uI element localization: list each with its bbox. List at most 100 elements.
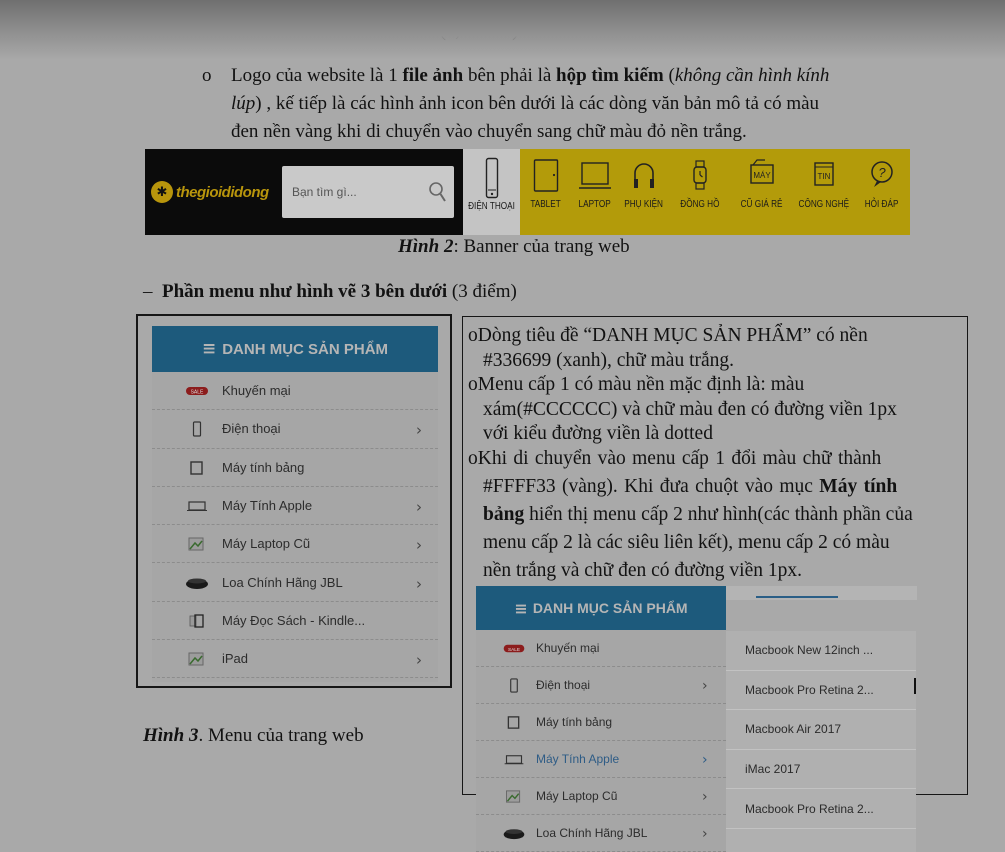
old-device-icon: MÁY	[750, 159, 774, 184]
speaker-icon	[186, 578, 208, 589]
nav-item-cong-nghe[interactable]: TIN CÔNG NGHỆ	[795, 149, 853, 235]
menu-item[interactable]: Điện thoại ›	[476, 667, 726, 704]
chevron-right-icon: ›	[702, 678, 708, 694]
section-menu-heading: – Phần menu như hình vẽ 3 bên dưới (3 đi…	[143, 278, 517, 306]
text-run: Logo của website là 1	[231, 65, 403, 86]
fig1-caption-label: Hình 1	[360, 0, 416, 12]
section-header-rest: (1,5 điểm)	[434, 20, 519, 41]
chevron-right-icon: ›	[702, 752, 708, 768]
menu-item-label: iPad	[222, 651, 249, 667]
menu-item[interactable]: Điện thoại ›	[152, 410, 438, 449]
fig3-caption-text: . Menu của trang web	[198, 725, 364, 746]
bullet-dash: –	[143, 281, 153, 302]
menu-item-label: Máy tính bảng	[222, 459, 305, 475]
desc-p2-line3: với kiểu đường viền là dotted	[483, 423, 713, 444]
desc-p3-line2: #FFFF33 (vàng). Khi đưa chuột vào mục Má…	[483, 473, 897, 501]
submenu-link[interactable]: Macbook New 12inch ...	[726, 631, 916, 671]
logo-person-icon: ✱	[151, 181, 173, 203]
menu-item[interactable]: SALE Khuyến mại	[152, 372, 438, 411]
nav-item-cu-gia-re[interactable]: MÁY CŨ GIÁ RẺ	[735, 149, 789, 235]
chevron-right-icon: ›	[416, 574, 422, 593]
menu-item[interactable]: Loa Chính Hãng JBL ›	[152, 564, 438, 602]
svg-text:MÁY: MÁY	[753, 171, 771, 180]
fig3-caption: Hình 3. Menu của trang web	[143, 722, 364, 750]
watch-icon	[693, 160, 707, 190]
submenu-top-line	[756, 596, 838, 598]
chevron-right-icon: ›	[416, 421, 422, 440]
chevron-right-icon: ›	[416, 651, 422, 670]
fig2-caption: Hình 2: Banner của trang web	[398, 233, 630, 261]
submenu-link[interactable]: Macbook Air 2017	[726, 710, 916, 750]
text-run-bold: hộp tìm kiếm	[556, 65, 664, 86]
menu-title: DANH MỤC SẢN PHẨM	[532, 600, 688, 616]
bullet-marker: o	[468, 448, 478, 469]
menu-item[interactable]: Máy Laptop Cũ ›	[476, 778, 726, 815]
laptop-icon	[184, 487, 210, 525]
fig1-caption: Hình 1. Bố cục của trang web (1 điểm)	[360, 0, 659, 16]
speaker-icon	[503, 829, 525, 840]
broken-image-icon	[506, 790, 521, 803]
header-bullet-line-1: Logo của website là 1 file ảnh bên phải …	[231, 62, 829, 90]
menu-item[interactable]: Máy Tính Apple ›	[152, 487, 438, 526]
menu-item-label: Loa Chính Hãng JBL	[536, 826, 648, 840]
sale-icon: SALE	[502, 630, 526, 667]
nav-item-dien-thoai[interactable]: ĐIỆN THOẠI	[463, 149, 520, 235]
menu-item[interactable]: Loa Chính Hãng JBL ›	[476, 815, 726, 852]
sale-icon: SALE	[184, 372, 210, 410]
submenu-link[interactable]: Macbook Pro Retina 2...	[726, 789, 916, 829]
nav-item-hoi-dap[interactable]: ? HỎI ĐÁP	[857, 149, 907, 235]
svg-text:SALE: SALE	[508, 647, 520, 652]
nav-label: TABLET	[530, 199, 562, 210]
logo-text: thegioididong	[176, 183, 269, 201]
menu-item[interactable]: Máy Laptop Cũ ›	[152, 525, 438, 564]
bullet-marker: o	[468, 374, 478, 395]
laptop-icon	[504, 755, 524, 765]
news-icon: TIN	[814, 162, 834, 186]
nav-item-phu-kien[interactable]: PHỤ KIỆN	[621, 149, 667, 235]
submenu-link[interactable]: iMac 2017	[726, 750, 916, 790]
broken-image-icon	[502, 778, 526, 815]
submenu-link[interactable]: Macbook Pro Retina 2...	[726, 671, 916, 711]
fig1-caption-text: . Bố cục của trang web (1 điểm)	[415, 0, 660, 12]
search-icon[interactable]	[428, 180, 448, 204]
desc-p1-line1: oDòng tiêu đề “DANH MỤC SẢN PHẨM” có nền	[468, 322, 868, 350]
nav-label: ĐỒNG HỒ	[680, 199, 720, 210]
laptop-icon	[579, 162, 611, 189]
text-run-italic: không cần hình kính	[674, 65, 830, 86]
search-input[interactable]	[292, 180, 412, 204]
menu-item[interactable]: Máy tính bảng	[476, 704, 726, 741]
nav-label: ĐIỆN THOẠI	[468, 201, 515, 212]
menu-item[interactable]: iPad ›	[152, 640, 438, 679]
menu-item[interactable]: Máy Tính Apple ›	[476, 741, 726, 778]
category-menu-hover: ≡ DANH MỤC SẢN PHẨM SALE Khuyến mại Điện t…	[476, 586, 726, 852]
phone-icon	[192, 421, 202, 438]
nav-item-laptop[interactable]: LAPTOP	[572, 149, 618, 235]
search-box	[282, 166, 454, 218]
text-run: Khi di chuyển vào menu cấp 1 đổi màu chữ…	[477, 448, 882, 469]
menu-item-label: Khuyến mại	[222, 383, 291, 398]
menu-item[interactable]: Máy tính bảng	[152, 449, 438, 487]
text-run: Menu cấp 1 có màu nền mặc định là: màu	[477, 374, 805, 395]
text-run-bold: Máy tính	[819, 476, 898, 497]
question-icon: ?	[871, 161, 893, 187]
tablet-icon	[507, 716, 520, 729]
sale-icon: SALE	[503, 644, 525, 653]
menu-header: ≡ DANH MỤC SẢN PHẨM	[152, 326, 438, 372]
desc-p3-line3: bảng hiển thị menu cấp 2 như hình(các th…	[483, 501, 913, 529]
menu-item-label: Điện thoại	[536, 678, 591, 692]
hamburger-icon: ≡	[201, 339, 217, 359]
ebook-icon	[189, 614, 204, 628]
nav-label: PHỤ KIỆN	[624, 199, 664, 210]
submenu-top-strip	[726, 586, 917, 600]
fig2-caption-text: : Banner của trang web	[453, 236, 630, 257]
text-run: hiển thị menu cấp 2 như hình(các thành p…	[524, 504, 913, 525]
menu-item-label: Máy Laptop Cũ	[222, 536, 311, 552]
nav-item-dong-ho[interactable]: ĐỒNG HỒ	[675, 149, 725, 235]
section-menu-bold: Phần menu như hình vẽ 3 bên dưới	[162, 281, 448, 302]
menu-title: DANH MỤC SẢN PHẨM	[222, 340, 389, 358]
desc-p2-line1: oMenu cấp 1 có màu nền mặc định là: màu	[468, 371, 804, 399]
menu-item[interactable]: Máy Đọc Sách - Kindle...	[152, 602, 438, 641]
menu-item[interactable]: SALE Khuyến mại	[476, 630, 726, 667]
nav-item-tablet[interactable]: TABLET	[523, 149, 569, 235]
section-menu-rest: (3 điểm)	[447, 281, 517, 302]
